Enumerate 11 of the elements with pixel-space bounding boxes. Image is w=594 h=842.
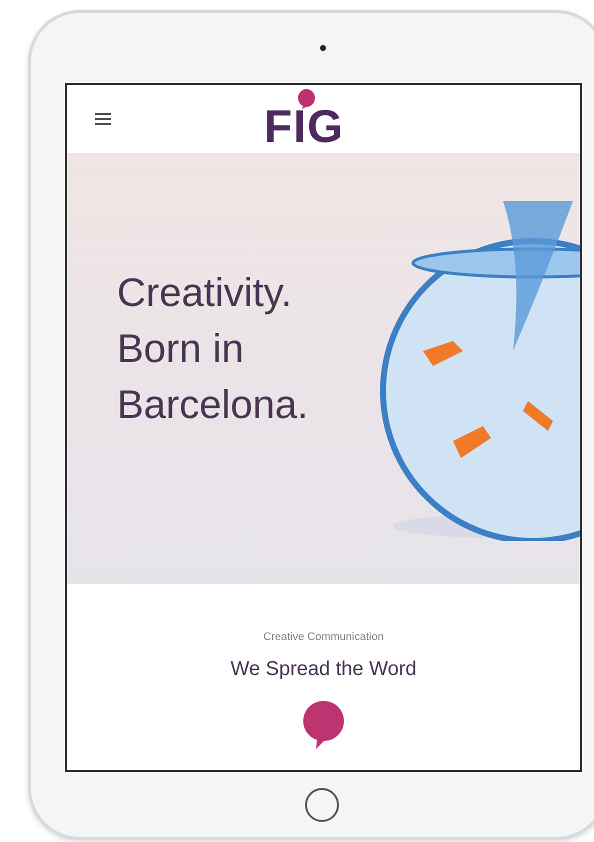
logo[interactable]: FIG — [264, 89, 344, 149]
camera-icon — [320, 45, 326, 51]
hero-headline: Born in — [117, 326, 245, 372]
speech-bubble-icon — [297, 89, 315, 109]
speech-bubble-icon — [302, 700, 346, 750]
home-button[interactable] — [305, 788, 339, 822]
menu-icon[interactable] — [95, 113, 111, 125]
eyebrow-text: Creative Communication — [263, 630, 384, 645]
section-title: We Spread the Word — [230, 656, 417, 682]
hero-headline: Creativity. — [117, 270, 293, 316]
hero-headline: Barcelona. — [117, 382, 308, 428]
